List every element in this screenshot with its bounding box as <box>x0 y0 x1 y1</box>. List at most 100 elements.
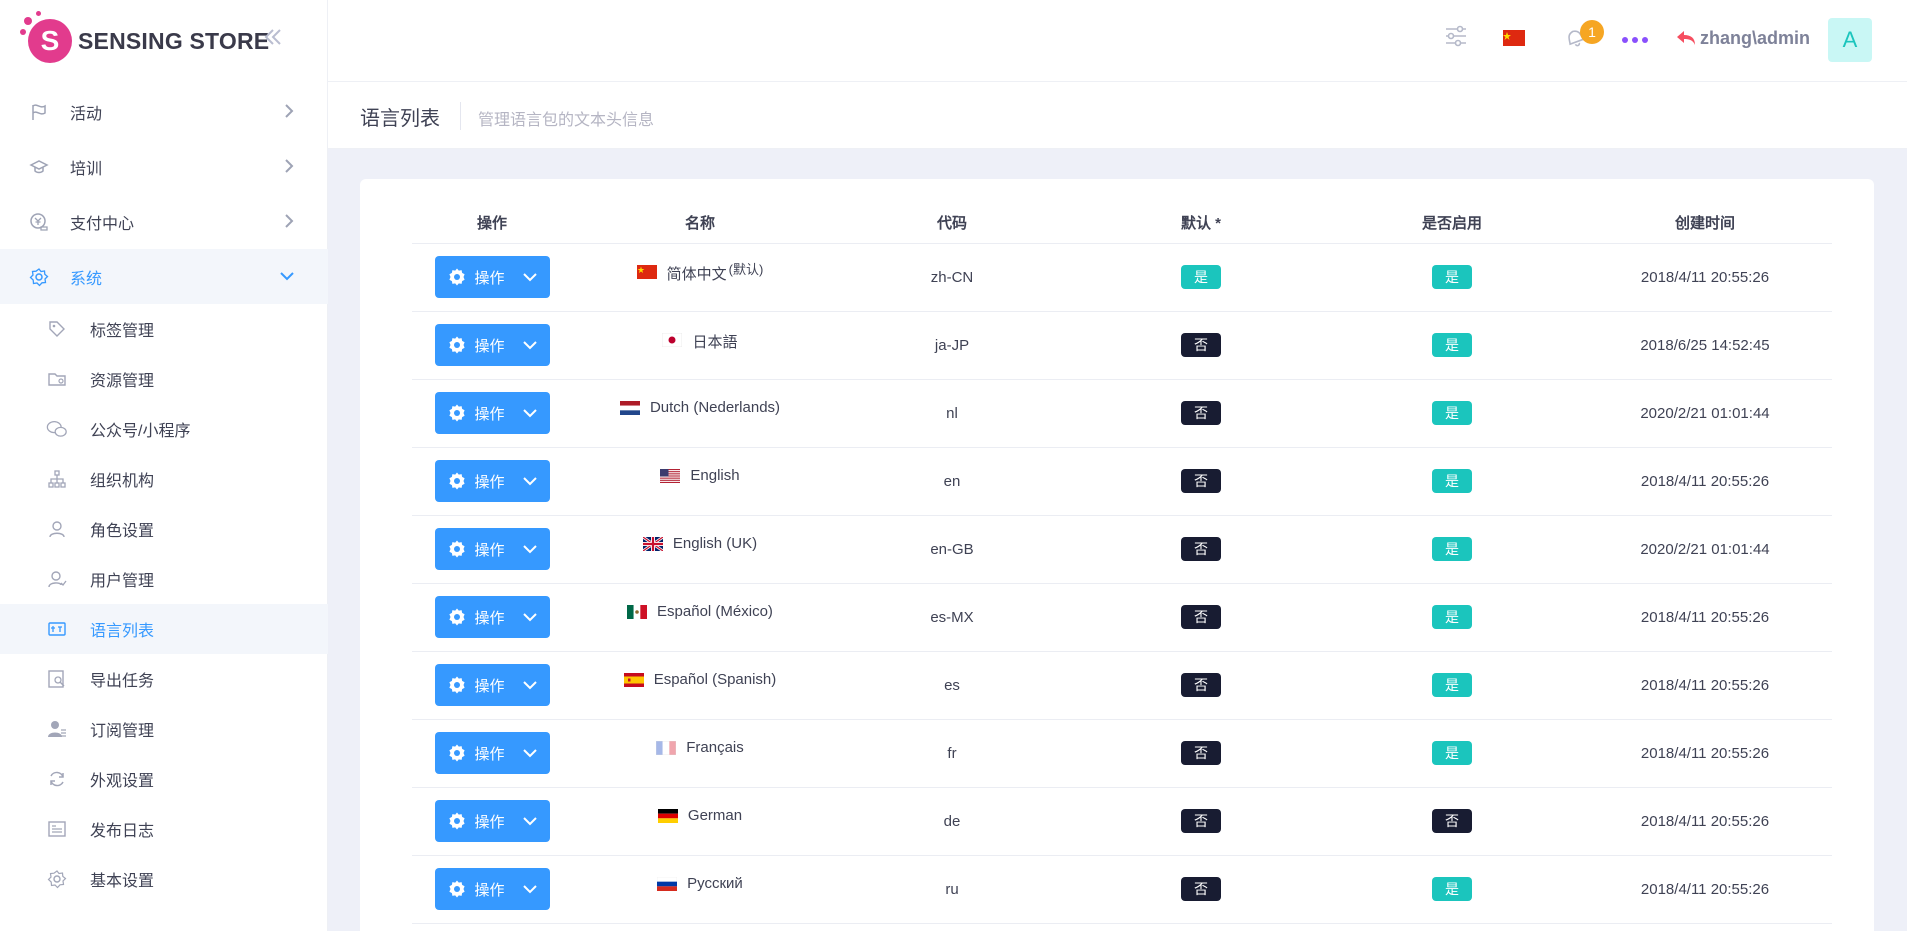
default-status-badge: 否 <box>1181 877 1221 901</box>
filter-settings-icon[interactable] <box>1442 22 1470 50</box>
russia-flag-icon <box>657 877 678 891</box>
default-status-badge: 是 <box>1181 265 1221 289</box>
actions-dropdown-button[interactable]: 操作 <box>434 800 550 842</box>
mexico-flag-icon <box>627 605 648 619</box>
language-icon <box>46 618 68 640</box>
column-header-name[interactable]: 名称 <box>572 203 828 244</box>
actions-dropdown-button[interactable]: 操作 <box>434 664 550 706</box>
enabled-status-badge: 是 <box>1432 741 1472 765</box>
created-cell: 2018/4/11 20:55:26 <box>1578 651 1832 720</box>
user-menu[interactable]: zhang\admin <box>1674 26 1810 50</box>
sub-item-resources[interactable]: 资源管理 <box>0 354 328 404</box>
payment-icon <box>28 211 50 233</box>
sub-item-label: 发布日志 <box>90 823 155 840</box>
actions-cell: 操作 <box>412 515 572 584</box>
chevron-down-icon <box>522 473 538 489</box>
code-cell: en-GB <box>828 515 1076 584</box>
sub-item-label: 用户管理 <box>90 573 155 590</box>
column-header-default[interactable]: 默认 * <box>1076 203 1326 244</box>
table-row: 操作 Français fr 否 是 2018/4/11 20:55:26 <box>412 719 1832 788</box>
sub-item-label: 角色设置 <box>90 523 155 540</box>
actions-label: 操作 <box>474 745 505 763</box>
language-list-card: 操作 名称 代码 默认 * 是否启用 创建时间 操作 简体中文 (默认) zh-… <box>360 179 1874 931</box>
brand[interactable]: S SENSING STORE <box>20 11 269 66</box>
sub-item-label: 语言列表 <box>90 623 155 640</box>
sub-item-organization[interactable]: 组织机构 <box>0 454 328 504</box>
sub-item-label: 导出任务 <box>90 673 155 690</box>
sub-item-wechat[interactable]: 公众号/小程序 <box>0 404 328 454</box>
sub-item-appearance[interactable]: 外观设置 <box>0 754 328 804</box>
actions-label: 操作 <box>474 269 505 287</box>
sub-item-tags[interactable]: 标签管理 <box>0 304 328 354</box>
gear-icon <box>447 335 467 355</box>
language-flag-cn-icon[interactable] <box>1503 30 1525 46</box>
sub-item-export-tasks[interactable]: 导出任务 <box>0 654 328 704</box>
user-avatar[interactable]: A <box>1828 18 1872 62</box>
flag-icon <box>28 101 50 123</box>
actions-dropdown-button[interactable]: 操作 <box>434 392 550 434</box>
actions-dropdown-button[interactable]: 操作 <box>434 868 550 910</box>
column-header-code[interactable]: 代码 <box>828 203 1076 244</box>
default-cell: 否 <box>1076 855 1326 924</box>
chevron-down-icon <box>522 337 538 353</box>
actions-cell: 操作 <box>412 855 572 924</box>
org-chart-icon <box>46 468 68 490</box>
enabled-cell: 是 <box>1326 855 1578 924</box>
sub-item-release-log[interactable]: 发布日志 <box>0 804 328 854</box>
actions-label: 操作 <box>474 337 505 355</box>
code-cell: ru <box>828 855 1076 924</box>
actions-dropdown-button[interactable]: 操作 <box>434 528 550 570</box>
column-header-created[interactable]: 创建时间 <box>1578 203 1832 244</box>
actions-dropdown-button[interactable]: 操作 <box>434 256 550 298</box>
page-title: 语言列表 <box>360 108 440 130</box>
table-row: 操作 简体中文 (默认) zh-CN 是 是 2018/4/11 20:55:2… <box>412 243 1832 312</box>
language-name: German <box>687 807 743 824</box>
menu-item-training[interactable]: 培训 <box>0 139 328 194</box>
notification-count-badge: 1 <box>1580 20 1604 44</box>
actions-dropdown-button[interactable]: 操作 <box>434 596 550 638</box>
gear-icon <box>447 675 467 695</box>
menu-item-system[interactable]: 系统 <box>0 249 328 304</box>
france-flag-icon <box>656 741 677 755</box>
actions-dropdown-button[interactable]: 操作 <box>434 324 550 366</box>
enabled-status-badge: 是 <box>1432 537 1472 561</box>
name-cell: Español (México) <box>572 583 828 652</box>
language-name: Français <box>686 739 744 756</box>
sub-item-basic-settings[interactable]: 基本设置 <box>0 854 328 904</box>
column-header-enabled[interactable]: 是否启用 <box>1326 203 1578 244</box>
actions-dropdown-button[interactable]: 操作 <box>434 460 550 502</box>
tag-icon <box>46 318 68 340</box>
menu-item-payment[interactable]: 支付中心 <box>0 194 328 249</box>
actions-dropdown-button[interactable]: 操作 <box>434 732 550 774</box>
enabled-cell: 是 <box>1326 719 1578 788</box>
menu-item-activity[interactable]: 活动 <box>0 84 328 139</box>
users-icon <box>46 568 68 590</box>
sub-item-users[interactable]: 用户管理 <box>0 554 328 604</box>
subheader: 语言列表 管理语言包的文本头信息 <box>328 82 1907 149</box>
chevron-down-icon <box>522 541 538 557</box>
enabled-status-badge: 是 <box>1432 401 1472 425</box>
collapse-sidebar-icon[interactable] <box>262 26 284 55</box>
table-row: 操作 Español (Spanish) es 否 是 2018/4/11 20… <box>412 651 1832 720</box>
created-cell: 2018/4/11 20:55:26 <box>1578 787 1832 856</box>
menu-label: 支付中心 <box>70 215 135 233</box>
notification-bell-icon[interactable]: 1 <box>1562 20 1604 50</box>
enabled-status-badge: 否 <box>1432 809 1472 833</box>
menu-label: 培训 <box>70 160 103 178</box>
gear-icon <box>447 539 467 559</box>
language-name: English <box>690 467 740 484</box>
default-cell: 否 <box>1076 787 1326 856</box>
more-options-icon[interactable] <box>1620 28 1650 52</box>
sub-item-languages[interactable]: 语言列表 <box>0 604 328 654</box>
default-status-badge: 否 <box>1181 401 1221 425</box>
sidebar: S SENSING STORE 活动 培训 支付中心 系统 标签管理 资源管理 … <box>0 0 328 931</box>
language-name: English (UK) <box>672 535 758 552</box>
subscription-icon <box>46 718 68 740</box>
sidebar-menu: 活动 培训 支付中心 系统 标签管理 资源管理 公众号/小程序 组织机构 角色设… <box>0 84 328 904</box>
sub-item-roles[interactable]: 角色设置 <box>0 504 328 554</box>
sub-item-subscriptions[interactable]: 订阅管理 <box>0 704 328 754</box>
gear-icon <box>447 471 467 491</box>
netherlands-flag-icon <box>619 401 640 415</box>
uk-flag-icon <box>642 537 663 551</box>
settings-icon <box>46 868 68 890</box>
